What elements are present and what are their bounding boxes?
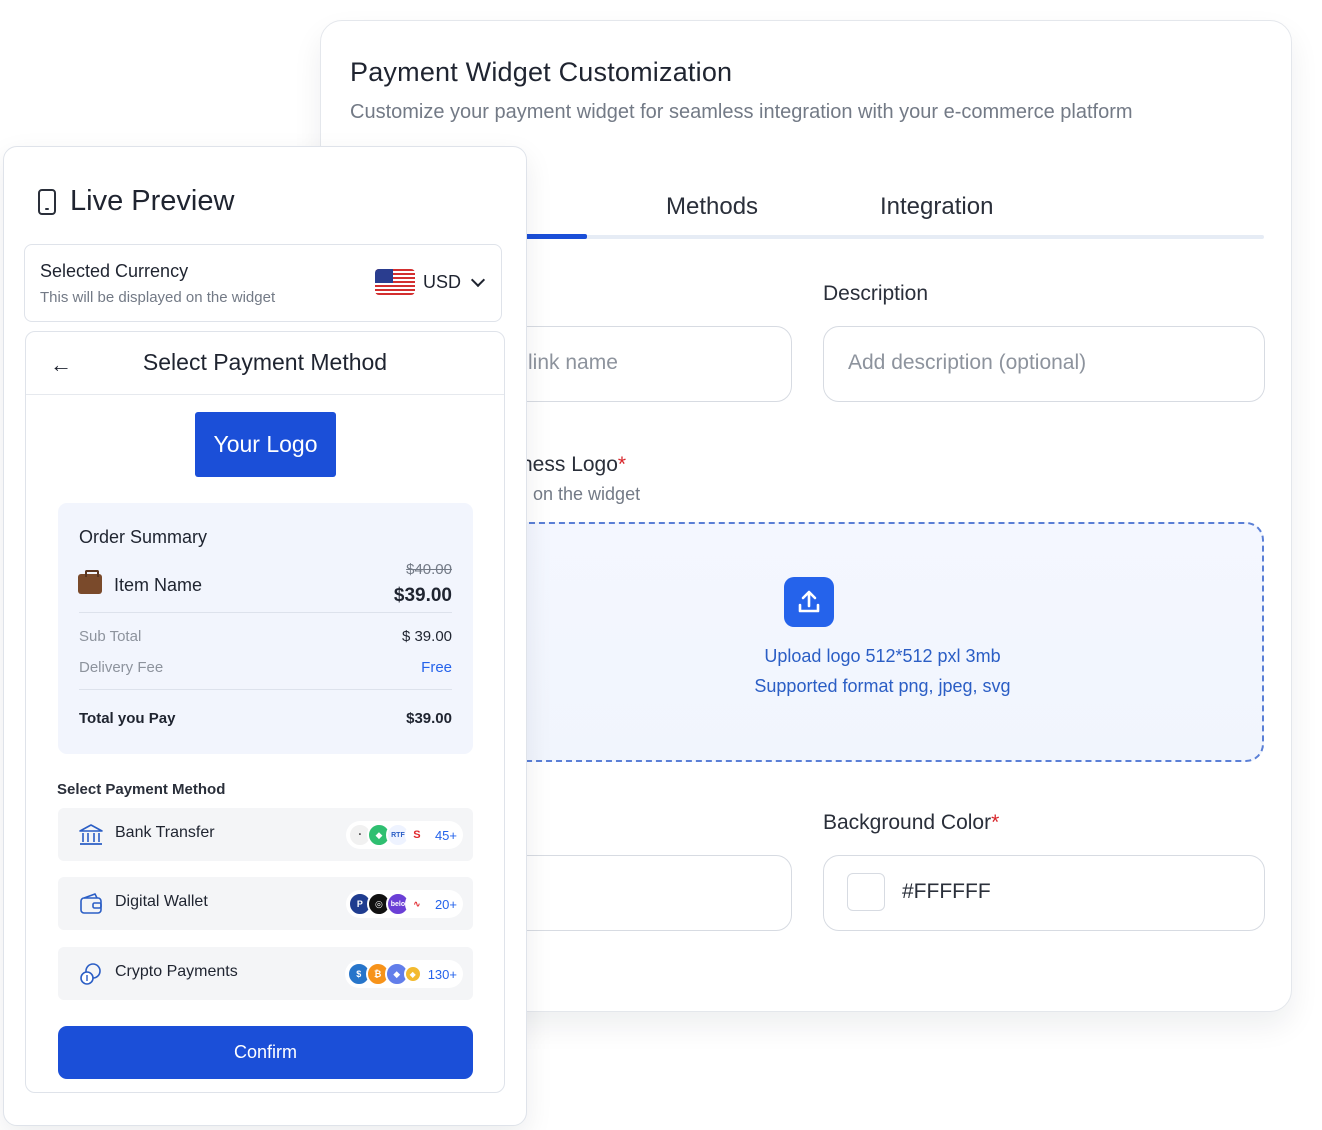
crypto-provider-badges: $ ₿ ◆ ◆ 130+ xyxy=(344,960,463,988)
description-placeholder: Add description (optional) xyxy=(848,351,1087,374)
stage: Payment Widget Customization Customize y… xyxy=(0,0,1322,1130)
tab-methods[interactable]: Methods xyxy=(666,193,758,221)
total-label: Total you Pay xyxy=(79,710,176,727)
payment-method-digital-wallet[interactable]: Digital Wallet P ◎ belo ∿ 20+ xyxy=(58,877,473,930)
live-preview-header: Live Preview xyxy=(38,185,234,218)
wallet-provider-badges: P ◎ belo ∿ 20+ xyxy=(345,890,463,918)
delivery-fee-value: Free xyxy=(421,659,452,676)
currency-hint: This will be displayed on the widget xyxy=(40,289,276,306)
sub-total-label: Sub Total xyxy=(79,628,142,645)
provider-count: 45+ xyxy=(434,827,457,843)
background-color-input[interactable]: #FFFFFF xyxy=(823,855,1265,931)
payment-method-label: Digital Wallet xyxy=(115,893,208,910)
provider-logo-icon: ∿ xyxy=(404,892,429,916)
logo-upload-dropzone[interactable]: Upload logo 512*512 pxl 3mb Supported fo… xyxy=(501,522,1264,762)
briefcase-icon xyxy=(78,570,102,594)
currency-selector-box: Selected Currency This will be displayed… xyxy=(24,244,502,322)
coins-icon xyxy=(80,963,101,985)
page-subtitle: Customize your payment widget for seamle… xyxy=(350,101,1133,123)
upload-formats: Supported format png, jpeg, svg xyxy=(754,676,1011,696)
background-color-value: #FFFFFF xyxy=(902,880,991,903)
item-price: $39.00 xyxy=(393,585,452,606)
background-color-label-text: Background Color xyxy=(823,811,992,834)
description-label: Description xyxy=(823,282,929,305)
payment-widget: ← Select Payment Method Your Logo Order … xyxy=(25,331,505,1093)
link-name-input[interactable]: link name xyxy=(481,326,792,402)
description-input[interactable]: Add description (optional) xyxy=(823,326,1265,402)
required-mark: * xyxy=(617,453,627,476)
page-title: Payment Widget Customization xyxy=(350,57,733,87)
currency-label: Selected Currency xyxy=(40,261,189,281)
business-logo-label: ness Logo* xyxy=(521,453,626,477)
bank-provider-badges: • ◆ RTF S 45+ xyxy=(345,821,463,849)
divider xyxy=(79,612,452,613)
divider xyxy=(79,689,452,690)
payment-method-label: Crypto Payments xyxy=(115,963,238,980)
item-name: Item Name xyxy=(114,575,203,595)
sub-total-value: $ 39.00 xyxy=(401,628,452,645)
provider-count: 130+ xyxy=(427,966,457,982)
business-logo-label-text: ness Logo xyxy=(521,453,618,476)
link-name-placeholder: link name xyxy=(528,351,618,374)
us-flag-icon xyxy=(374,269,415,295)
total-value: $39.00 xyxy=(406,710,452,727)
payment-method-label: Bank Transfer xyxy=(115,824,215,841)
delivery-fee-label: Delivery Fee xyxy=(79,659,164,676)
provider-count: 20+ xyxy=(434,896,457,912)
order-summary-title: Order Summary xyxy=(79,527,208,547)
widget-title: Select Payment Method xyxy=(142,349,388,375)
currency-dropdown[interactable]: USD xyxy=(374,269,486,295)
widget-header: ← Select Payment Method xyxy=(26,332,504,395)
tabs-track xyxy=(501,235,1264,239)
order-summary: Order Summary Item Name $40.00 $39.00 Su… xyxy=(58,503,473,754)
required-mark: * xyxy=(991,811,1000,834)
color-swatch[interactable] xyxy=(847,873,885,911)
secondary-color-input[interactable] xyxy=(481,855,792,931)
live-preview-title: Live Preview xyxy=(70,185,235,217)
bnb-icon: ◆ xyxy=(403,965,422,983)
payment-method-crypto[interactable]: Crypto Payments $ ₿ ◆ ◆ 130+ xyxy=(58,947,473,1000)
confirm-button[interactable]: Confirm xyxy=(58,1026,473,1079)
logo-placeholder: Your Logo xyxy=(195,412,336,477)
live-preview-panel: Live Preview Selected Currency This will… xyxy=(3,146,527,1126)
currency-code: USD xyxy=(422,271,461,292)
upload-instructions: Upload logo 512*512 pxl 3mb xyxy=(764,646,1001,666)
chevron-down-icon xyxy=(470,272,486,287)
tab-integration[interactable]: Integration xyxy=(880,193,993,221)
provider-logo-icon: S xyxy=(404,823,429,847)
business-logo-hint: on the widget xyxy=(533,484,641,504)
background-color-label: Background Color* xyxy=(823,811,999,835)
upload-icon[interactable] xyxy=(784,577,834,627)
payment-method-heading: Select Payment Method xyxy=(57,781,226,798)
item-old-price: $40.00 xyxy=(406,561,452,578)
payment-method-bank-transfer[interactable]: Bank Transfer • ◆ RTF S 45+ xyxy=(58,808,473,861)
bank-icon xyxy=(79,824,103,845)
phone-icon xyxy=(38,188,56,215)
wallet-icon xyxy=(80,893,102,914)
